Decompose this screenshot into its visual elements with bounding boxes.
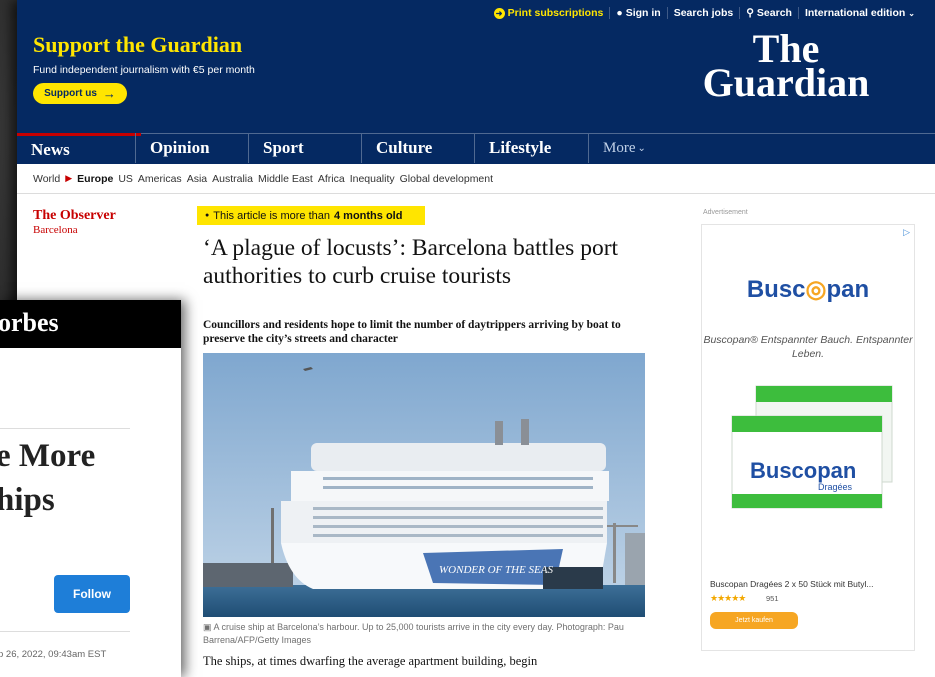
section-subname[interactable]: Barcelona [33, 224, 116, 236]
arrow-right-icon: → [102, 86, 116, 101]
ad-product-name: Buscopan Dragées 2 x 50 Stück mit Butyl.… [710, 579, 874, 589]
chevron-down-icon: ⌄ [637, 142, 646, 154]
article-standfirst: Councillors and residents hope to limit … [203, 319, 621, 345]
support-us-label: Support us [44, 88, 97, 99]
subnav-middle-east[interactable]: Middle East [258, 173, 313, 185]
print-subscriptions-label: Print subscriptions [507, 7, 604, 19]
arrow-circle-icon: ➜ [493, 7, 505, 19]
article-age-notice: ● This article is more than 4 months old [197, 206, 425, 225]
section-name[interactable]: The Observer [33, 208, 116, 224]
subnav-global-development[interactable]: Global development [400, 173, 493, 185]
follow-button[interactable]: Follow [54, 575, 130, 613]
subnav-world[interactable]: World [33, 173, 60, 185]
buscopan-ad[interactable]: ▷ Busc◎pan Buscopan® Entspannter Bauch. … [701, 224, 915, 651]
edition-label: International edition [804, 7, 906, 19]
divider [0, 631, 130, 632]
search-jobs-link[interactable]: Search jobs [666, 7, 740, 19]
camera-icon: ▣ [203, 622, 212, 632]
section-label: The Observer Barcelona [33, 208, 116, 236]
ship-hull-name: WONDER OF THE SEAS [439, 564, 553, 576]
age-notice-age: 4 months old [334, 209, 403, 222]
print-subscriptions-link[interactable]: ➜ Print subscriptions [488, 7, 610, 19]
ad-product-boxes: Buscopan Dragées [731, 385, 893, 509]
subnav-americas[interactable]: Americas [138, 173, 182, 185]
nav-opinion[interactable]: Opinion [135, 133, 248, 163]
photo-caption-text: A cruise ship at Barcelona’s harbour. Up… [203, 622, 624, 645]
ad-brand-part-1: Busc [746, 276, 806, 303]
user-icon: ● [616, 7, 623, 19]
ad-rating-count: 951 [766, 594, 779, 603]
advertisement-label: Advertisement [703, 209, 748, 216]
article-headline: ‘A plague of locusts’: Barcelona battles… [203, 235, 619, 289]
ad-brand-logo: Busc◎pan [702, 275, 914, 304]
forbes-publish-date: p 26, 2022, 09:43am EST [0, 649, 107, 660]
top-utility-bar: ➜ Print subscriptions ● Sign in Search j… [488, 4, 921, 22]
divider [0, 428, 130, 429]
forbes-headline-line-2: hips [0, 482, 55, 518]
ad-box-brand: Buscopan [750, 458, 856, 483]
ad-tagline: Buscopan® Entspannter Bauch. Entspannter… [703, 334, 913, 360]
search-icon: ⚲ [746, 7, 754, 19]
nav-culture[interactable]: Culture [361, 133, 474, 163]
nav-lifestyle[interactable]: Lifestyle [474, 133, 588, 163]
triangle-right-icon: ▶ [65, 173, 73, 183]
forbes-headline-line-1: e More [0, 438, 96, 474]
nav-news[interactable]: News [17, 133, 141, 163]
nav-sport[interactable]: Sport [248, 133, 361, 163]
subnav-australia[interactable]: Australia [212, 173, 253, 185]
ad-buy-button[interactable]: Jetzt kaufen [710, 612, 798, 629]
support-heading: Support the Guardian [33, 32, 243, 57]
subnav-inequality[interactable]: Inequality [350, 173, 395, 185]
edition-selector[interactable]: International edition ⌄ [797, 7, 921, 19]
search-label: Search [756, 7, 792, 19]
subnav-us[interactable]: US [118, 173, 133, 185]
support-us-button[interactable]: Support us → [33, 83, 127, 104]
subnav-africa[interactable]: Africa [318, 173, 345, 185]
nav-more[interactable]: More ⌄ [588, 133, 688, 163]
sub-navigation: World ▶ Europe US Americas Asia Australi… [17, 164, 935, 194]
subnav-europe[interactable]: Europe [77, 173, 113, 185]
sign-in-label: Sign in [625, 7, 661, 19]
age-notice-prefix: This article is more than [213, 209, 330, 222]
ad-star-rating: ★★★★★ [710, 593, 746, 603]
logo-line-2: Guardian [702, 60, 870, 105]
cruise-ship-illustration: WONDER OF THE SEAS [203, 353, 645, 617]
guardian-logo[interactable]: The Guardian [681, 29, 891, 105]
main-nav: News Opinion Sport Culture Lifestyle Mor… [17, 133, 935, 164]
article-photo: WONDER OF THE SEAS [203, 353, 645, 617]
chevron-down-icon: ⌄ [908, 8, 915, 18]
forbes-logo[interactable]: orbes [0, 308, 59, 338]
adchoices-icon[interactable]: ▷ [903, 227, 910, 238]
photo-caption: ▣ A cruise ship at Barcelona’s harbour. … [203, 621, 643, 647]
support-subtext: Fund independent journalism with €5 per … [33, 64, 255, 76]
ad-brand-o-icon: ◎ [805, 276, 827, 303]
search-link[interactable]: ⚲ Search [739, 7, 798, 19]
subnav-asia[interactable]: Asia [187, 173, 207, 185]
guardian-header: ➜ Print subscriptions ● Sign in Search j… [17, 0, 935, 133]
sign-in-link[interactable]: ● Sign in [609, 7, 666, 19]
forbes-window: orbes e More hips Follow p 26, 2022, 09:… [0, 300, 181, 677]
forbes-header: orbes [0, 300, 181, 348]
clock-icon: ● [205, 212, 210, 219]
ad-box-sub: Dragées [818, 482, 853, 492]
ad-brand-part-2: pan [826, 276, 870, 303]
article-body-first-line: The ships, at times dwarfing the average… [203, 654, 538, 668]
forbes-headline: e More hips [0, 434, 95, 522]
nav-more-label: More [603, 139, 636, 156]
